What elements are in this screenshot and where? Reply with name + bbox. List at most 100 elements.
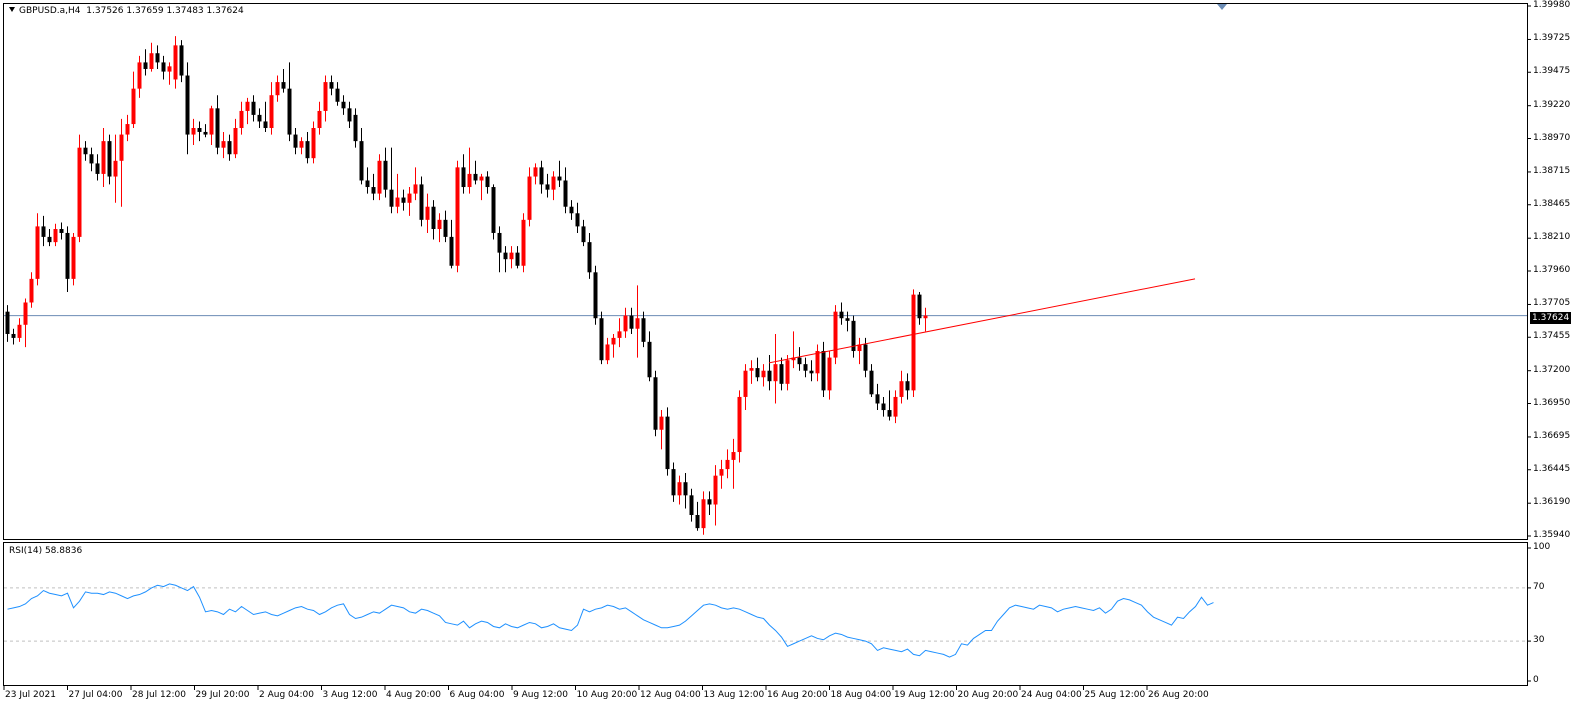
candle-body <box>491 187 496 233</box>
candle-body <box>287 88 292 135</box>
candle-body <box>413 184 418 194</box>
candle-body <box>101 141 106 174</box>
candle-body <box>911 294 916 391</box>
candle-body <box>293 134 298 148</box>
y-tick-label: 1.38715 <box>1533 165 1571 176</box>
candle-body <box>509 252 514 260</box>
y-tick-label: 1.39725 <box>1533 33 1571 44</box>
candle-body <box>665 416 670 470</box>
ohlc-readout: 1.37526 1.37659 1.37483 1.37624 <box>86 6 244 16</box>
candle-body <box>215 108 220 148</box>
candle <box>833 305 838 365</box>
candle-body <box>113 160 118 177</box>
candle-body <box>917 294 922 319</box>
candle-body <box>275 82 280 96</box>
candle-body <box>47 236 52 243</box>
candle-body <box>299 141 304 148</box>
candle-body <box>71 236 76 279</box>
candle-body <box>899 381 904 397</box>
candle <box>455 160 460 273</box>
candle-body <box>647 341 652 378</box>
candle-body <box>677 482 682 496</box>
x-tick-label: 3 Aug 12:00 <box>322 690 378 700</box>
candle-body <box>335 88 340 102</box>
y-tick-label: 1.36695 <box>1533 430 1571 441</box>
candle-body <box>95 163 100 174</box>
candle-body <box>737 396 742 453</box>
candle-body <box>539 167 544 185</box>
candle-body <box>395 197 400 207</box>
y-tick-label: 1.38465 <box>1533 198 1571 209</box>
candle-body <box>701 499 706 529</box>
candle-body <box>341 101 346 109</box>
candle-body <box>617 331 622 338</box>
y-tick-label: 1.36445 <box>1533 463 1571 474</box>
candle-body <box>557 176 562 181</box>
candle-body <box>671 469 676 496</box>
candle-body <box>641 318 646 342</box>
candle-body <box>35 226 40 279</box>
candle-body <box>815 351 820 374</box>
candle-body <box>269 95 274 129</box>
candle-body <box>323 82 328 111</box>
candle-body <box>191 128 196 135</box>
candle-body <box>839 311 844 319</box>
price-chart[interactable] <box>0 0 1576 708</box>
candle-body <box>575 213 580 227</box>
candle-body <box>119 134 124 161</box>
candle-body <box>383 160 388 190</box>
rsi-panel <box>3 542 1528 686</box>
x-tick-label: 9 Aug 12:00 <box>513 690 568 700</box>
candle-body <box>407 193 412 203</box>
x-tick-label: 19 Aug 12:00 <box>894 690 955 700</box>
candle-body <box>605 344 610 361</box>
candle-body <box>773 364 778 382</box>
x-tick-label: 18 Aug 04:00 <box>830 690 892 700</box>
candle-body <box>689 495 694 516</box>
y-tick-label: 1.37200 <box>1533 364 1571 375</box>
candle-body <box>179 45 184 76</box>
candle-body <box>65 232 70 279</box>
candle-body <box>545 184 550 190</box>
candle <box>77 134 82 243</box>
candle-body <box>149 53 154 69</box>
x-tick-label: 29 Jul 20:00 <box>195 690 250 700</box>
candle-body <box>281 82 286 89</box>
candle-body <box>767 370 772 382</box>
candle-body <box>629 315 634 329</box>
candle-body <box>833 311 838 358</box>
candle-body <box>593 272 598 319</box>
dropdown-arrow-icon[interactable] <box>9 7 15 12</box>
candle-body <box>461 167 466 188</box>
candle-body <box>599 318 604 361</box>
candle-body <box>443 219 448 237</box>
candle-body <box>371 187 376 194</box>
candle-body <box>263 121 268 129</box>
rsi-title: RSI(14) 58.8836 <box>9 546 83 556</box>
y-tick-label: 1.38210 <box>1533 232 1571 243</box>
y-tick-label: 1.35940 <box>1533 530 1571 540</box>
candle-body <box>731 452 736 460</box>
candle-body <box>257 114 262 122</box>
candle <box>737 390 742 463</box>
y-tick-label: 1.36190 <box>1533 497 1571 508</box>
candle-body <box>137 62 142 89</box>
y-tick-label: 1.39475 <box>1533 66 1571 77</box>
candle <box>653 370 658 437</box>
candle <box>665 407 670 476</box>
x-tick-label: 6 Aug 04:00 <box>449 690 505 700</box>
x-tick-label: 12 Aug 04:00 <box>640 690 701 700</box>
candle <box>911 289 916 397</box>
candle-body <box>485 176 490 188</box>
candle-body <box>569 206 574 214</box>
candle <box>491 184 496 240</box>
y-tick-label: 1.39980 <box>1533 0 1571 10</box>
candle-body <box>155 53 160 63</box>
x-tick-label: 23 Jul 2021 <box>5 690 56 700</box>
candle-body <box>923 315 928 319</box>
candle-body <box>683 482 688 496</box>
candle-body <box>875 394 880 404</box>
x-tick-label: 2 Aug 04:00 <box>259 690 314 700</box>
candle-body <box>5 311 10 334</box>
x-tick-label: 25 Aug 12:00 <box>1084 690 1146 700</box>
